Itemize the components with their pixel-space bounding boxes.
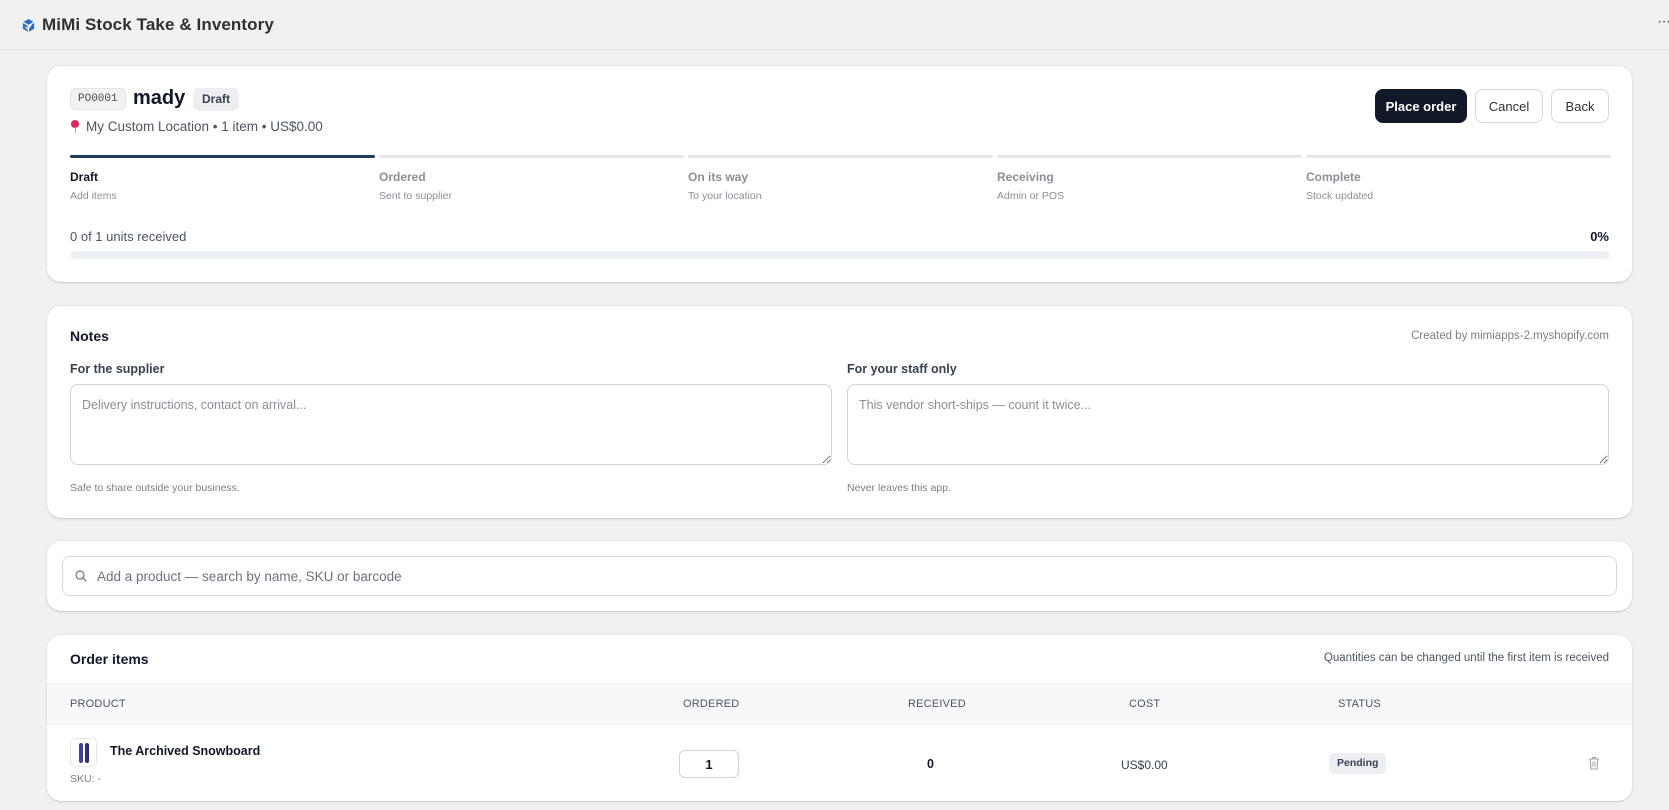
cube-logo-icon bbox=[22, 18, 35, 33]
staff-note-input[interactable] bbox=[847, 384, 1609, 465]
order-progress-steps: Draft Add items Ordered Sent to supplier… bbox=[70, 155, 1611, 205]
step-label: Draft bbox=[70, 170, 99, 184]
step-bar bbox=[688, 155, 993, 158]
step-sub: Stock updated bbox=[1306, 190, 1374, 202]
step-sub: Add items bbox=[70, 190, 117, 202]
product-search-input[interactable] bbox=[97, 557, 1607, 595]
product-sku: SKU: - bbox=[70, 773, 101, 785]
supplier-note-group: For the supplier Safe to share outside y… bbox=[70, 362, 832, 494]
step-label: Ordered bbox=[379, 170, 426, 184]
order-name: mady bbox=[133, 87, 186, 109]
search-icon bbox=[75, 570, 87, 582]
column-cost: COST bbox=[1129, 698, 1161, 710]
order-meta: My Custom Location • 1 item • US$0.00 bbox=[70, 119, 323, 134]
step-draft: Draft Add items bbox=[70, 155, 375, 202]
app-title: MiMi Stock Take & Inventory bbox=[42, 15, 274, 34]
order-items-card: Order items Quantities can be changed un… bbox=[47, 635, 1632, 801]
cancel-button[interactable]: Cancel bbox=[1475, 89, 1543, 123]
more-dots-icon[interactable]: ··· bbox=[1657, 13, 1669, 31]
staff-note-group: For your staff only Never leaves this ap… bbox=[847, 362, 1609, 494]
supplier-note-help: Safe to share outside your business. bbox=[70, 482, 240, 494]
notes-title: Notes bbox=[70, 328, 109, 344]
status-badge: Draft bbox=[193, 88, 240, 111]
item-status-badge: Pending bbox=[1329, 753, 1387, 774]
step-sub: Admin or POS bbox=[997, 190, 1065, 202]
step-sub: To your location bbox=[688, 190, 762, 202]
order-meta-text: My Custom Location • 1 item • US$0.00 bbox=[86, 119, 323, 134]
product-search-card bbox=[47, 541, 1632, 611]
step-label: On its way bbox=[688, 170, 749, 184]
column-ordered: ORDERED bbox=[683, 698, 740, 710]
staff-note-help: Never leaves this app. bbox=[847, 482, 951, 494]
product-name[interactable]: The Archived Snowboard bbox=[110, 744, 260, 758]
column-status: STATUS bbox=[1338, 698, 1381, 710]
step-label: Complete bbox=[1306, 170, 1361, 184]
step-on-its-way: On its way To your location bbox=[688, 155, 993, 202]
order-items-note: Quantities can be changed until the firs… bbox=[1323, 652, 1609, 664]
po-number-badge: PO0001 bbox=[70, 88, 126, 110]
column-received: RECEIVED bbox=[908, 698, 966, 710]
product-thumbnail bbox=[70, 738, 97, 767]
step-bar bbox=[70, 155, 375, 158]
units-received-text: 0 of 1 units received bbox=[70, 229, 187, 244]
order-items-title: Order items bbox=[70, 651, 149, 667]
back-button[interactable]: Back bbox=[1551, 89, 1609, 123]
notes-card: Notes Created by mimiapps-2.myshopify.co… bbox=[47, 306, 1632, 518]
step-receiving: Receiving Admin or POS bbox=[997, 155, 1302, 202]
location-pin-icon bbox=[70, 119, 80, 134]
supplier-note-label: For the supplier bbox=[70, 362, 165, 376]
column-product: PRODUCT bbox=[70, 698, 126, 710]
ordered-quantity-input[interactable] bbox=[679, 750, 739, 778]
step-bar bbox=[997, 155, 1302, 158]
app-header: MiMi Stock Take & Inventory ··· bbox=[0, 0, 1669, 50]
table-header: PRODUCT ORDERED RECEIVED COST STATUS bbox=[47, 683, 1632, 725]
received-percent: 0% bbox=[1590, 229, 1609, 244]
item-cost: US$0.00 bbox=[1121, 758, 1168, 772]
staff-note-label: For your staff only bbox=[847, 362, 957, 376]
created-by-text: Created by mimiapps-2.myshopify.com bbox=[1411, 330, 1609, 342]
product-search-box[interactable] bbox=[62, 556, 1617, 596]
trash-icon[interactable] bbox=[1588, 756, 1600, 770]
step-bar bbox=[1306, 155, 1611, 158]
place-order-button[interactable]: Place order bbox=[1375, 89, 1467, 123]
step-complete: Complete Stock updated bbox=[1306, 155, 1611, 202]
received-progress-bar bbox=[70, 251, 1610, 259]
step-label: Receiving bbox=[997, 170, 1054, 184]
supplier-note-input[interactable] bbox=[70, 384, 832, 465]
received-quantity: 0 bbox=[927, 757, 934, 771]
step-bar bbox=[379, 155, 684, 158]
step-ordered: Ordered Sent to supplier bbox=[379, 155, 684, 202]
step-sub: Sent to supplier bbox=[379, 190, 452, 202]
table-row: The Archived Snowboard SKU: - 0 US$0.00 … bbox=[47, 726, 1632, 801]
order-header-card: PO0001 mady Draft My Custom Location • 1… bbox=[47, 66, 1632, 282]
